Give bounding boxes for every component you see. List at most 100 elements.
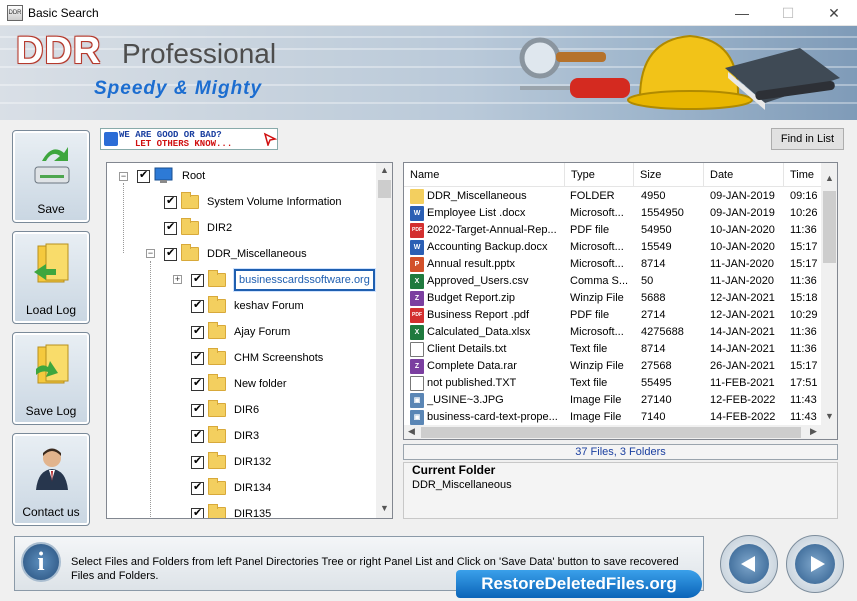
tree-item-label: System Volume Information (207, 196, 342, 208)
tree-item-checkbox[interactable] (191, 454, 204, 469)
tree-item[interactable]: businesscardssoftware.org (191, 268, 376, 292)
directory-tree[interactable]: − Root System Volume Information DIR2 − DDR… (106, 162, 393, 519)
collapse-folder-icon[interactable]: − (146, 249, 155, 258)
back-button[interactable] (720, 535, 778, 593)
find-in-list-button[interactable]: Find in List (771, 128, 844, 150)
file-list[interactable]: Name Type Size Date Time DDR_Miscellaneo… (403, 162, 838, 440)
list-hscrollbar[interactable]: ◀ ▶ (404, 425, 837, 439)
list-row[interactable]: Client Details.txt Text file 8714 14-JAN-20… (404, 341, 824, 358)
cell-date: 09-JAN-2019 (710, 190, 775, 202)
list-row[interactable]: X Approved_Users.csv Comma S... 50 11-JAN-20… (404, 273, 824, 290)
list-row[interactable]: not published.TXT Text file 55495 11-FEB-20… (404, 375, 824, 392)
col-name[interactable]: Name (404, 163, 565, 187)
save-log-button[interactable]: Save Log (12, 332, 90, 425)
cell-name: Approved_Users.csv (427, 275, 529, 287)
collapse-root-icon[interactable]: − (119, 172, 128, 181)
tree-item-label: DIR2 (207, 222, 233, 234)
col-time[interactable]: Time (784, 163, 824, 187)
feedback-banner[interactable]: WE ARE GOOD OR BAD? LET OTHERS KNOW... (100, 128, 278, 150)
tree-item-checkbox[interactable] (191, 350, 204, 365)
col-size[interactable]: Size (634, 163, 704, 187)
list-row[interactable]: Z Budget Report.zip Winzip File 5688 12-JAN-… (404, 290, 824, 307)
cell-time: 10:29 (790, 309, 818, 321)
tree-scrollbar[interactable]: ▲ ▼ (376, 163, 392, 518)
folder-icon (208, 322, 226, 339)
cell-time: 11:36 (790, 343, 817, 355)
tree-item-checkbox[interactable] (191, 324, 204, 339)
cell-date: 14-JAN-2021 (710, 326, 775, 338)
col-type[interactable]: Type (565, 163, 634, 187)
tree-item-checkbox[interactable] (191, 480, 204, 495)
folder-icon (208, 348, 226, 365)
tree-item[interactable]: CHM Screenshots (191, 347, 323, 369)
tree-item[interactable]: New folder (191, 373, 287, 395)
load-log-button[interactable]: Load Log (12, 231, 90, 324)
tree-item-checkbox[interactable] (164, 246, 177, 261)
contact-us-button[interactable]: Contact us (12, 433, 90, 526)
list-row[interactable]: W Accounting Backup.docx Microsoft... 15549… (404, 239, 824, 256)
list-row[interactable]: W Employee List .docx Microsoft... 1554950 0… (404, 205, 824, 222)
tree-item-checkbox[interactable] (191, 402, 204, 417)
list-row[interactable]: Z Complete Data.rar Winzip File 27568 26-JAN… (404, 358, 824, 375)
list-row[interactable]: ▣ business-card-text-prope... Image File 71… (404, 409, 824, 426)
tree-item[interactable]: DIR135 (191, 503, 271, 518)
word-icon: W (410, 240, 424, 255)
tree-item-label: DIR132 (234, 456, 272, 468)
col-date[interactable]: Date (704, 163, 784, 187)
cell-time: 17:51 (790, 377, 818, 389)
cell-size: 7140 (641, 411, 666, 423)
tree-item[interactable]: DDR_Miscellaneous (164, 243, 307, 265)
tree-item-label: keshav Forum (234, 300, 304, 312)
pointer-hand-icon (263, 132, 277, 146)
next-button[interactable] (786, 535, 844, 593)
list-row[interactable]: P Annual result.pptx Microsoft... 8714 11-JA… (404, 256, 824, 273)
list-vscrollbar[interactable]: ▲ ▼ (821, 163, 837, 425)
tree-item[interactable]: keshav Forum (191, 295, 304, 317)
tree-item[interactable]: DIR132 (191, 451, 271, 473)
status-count: 37 Files, 3 Folders (403, 444, 838, 460)
text-file-icon (410, 376, 424, 391)
pdf-icon: PDF (410, 223, 424, 238)
folder-icon (208, 270, 226, 287)
save-log-label: Save Log (25, 404, 77, 418)
cell-time: 15:17 (790, 258, 818, 270)
list-row[interactable]: PDF Business Report .pdf PDF file 2714 12-JA… (404, 307, 824, 324)
tree-item[interactable]: DIR3 (191, 425, 259, 447)
tree-item[interactable]: Ajay Forum (191, 321, 290, 343)
tree-root[interactable]: Root (137, 165, 205, 187)
tree-item-checkbox[interactable] (191, 428, 204, 443)
root-checkbox[interactable] (137, 168, 150, 183)
cell-type: Comma S... (570, 275, 629, 287)
tree-item-checkbox[interactable] (191, 298, 204, 313)
website-badge[interactable]: RestoreDeletedFiles.org (456, 570, 702, 598)
cell-date: 12-JAN-2021 (710, 292, 775, 304)
cell-type: Microsoft... (570, 207, 624, 219)
cell-name: business-card-text-prope... (427, 411, 558, 423)
tree-item[interactable]: DIR134 (191, 477, 271, 499)
cell-type: FOLDER (570, 190, 615, 202)
minimize-button[interactable]: — (719, 0, 765, 26)
list-row[interactable]: X Calculated_Data.xlsx Microsoft... 4275688… (404, 324, 824, 341)
cell-type: Microsoft... (570, 326, 624, 338)
cell-date: 11-JAN-2020 (710, 275, 774, 287)
list-row[interactable]: DDR_Miscellaneous FOLDER 4950 09-JAN-2019 09… (404, 188, 824, 205)
tree-item-checkbox[interactable] (164, 194, 177, 209)
tree-item[interactable]: DIR6 (191, 399, 259, 421)
maximize-button[interactable]: ☐ (765, 0, 811, 26)
list-row[interactable]: PDF 2022-Target-Annual-Rep... PDF file 5495… (404, 222, 824, 239)
tree-item[interactable]: DIR2 (164, 217, 232, 239)
tree-item-checkbox[interactable] (191, 376, 204, 391)
cell-name: Complete Data.rar (427, 360, 517, 372)
cell-name: _USINE~3.JPG (427, 394, 504, 406)
save-button[interactable]: Save (12, 130, 90, 223)
tree-item[interactable]: System Volume Information (164, 191, 342, 213)
close-button[interactable]: ✕ (811, 0, 857, 26)
tree-item-checkbox[interactable] (164, 220, 177, 235)
tree-item-checkbox[interactable] (191, 272, 204, 287)
cell-time: 11:36 (790, 275, 817, 287)
expand-folder-icon[interactable]: + (173, 275, 182, 284)
tree-item-checkbox[interactable] (191, 506, 204, 518)
folder-icon (208, 374, 226, 391)
folder-icon (208, 478, 226, 495)
list-row[interactable]: ▣ _USINE~3.JPG Image File 27140 12-FEB-2022 1… (404, 392, 824, 409)
